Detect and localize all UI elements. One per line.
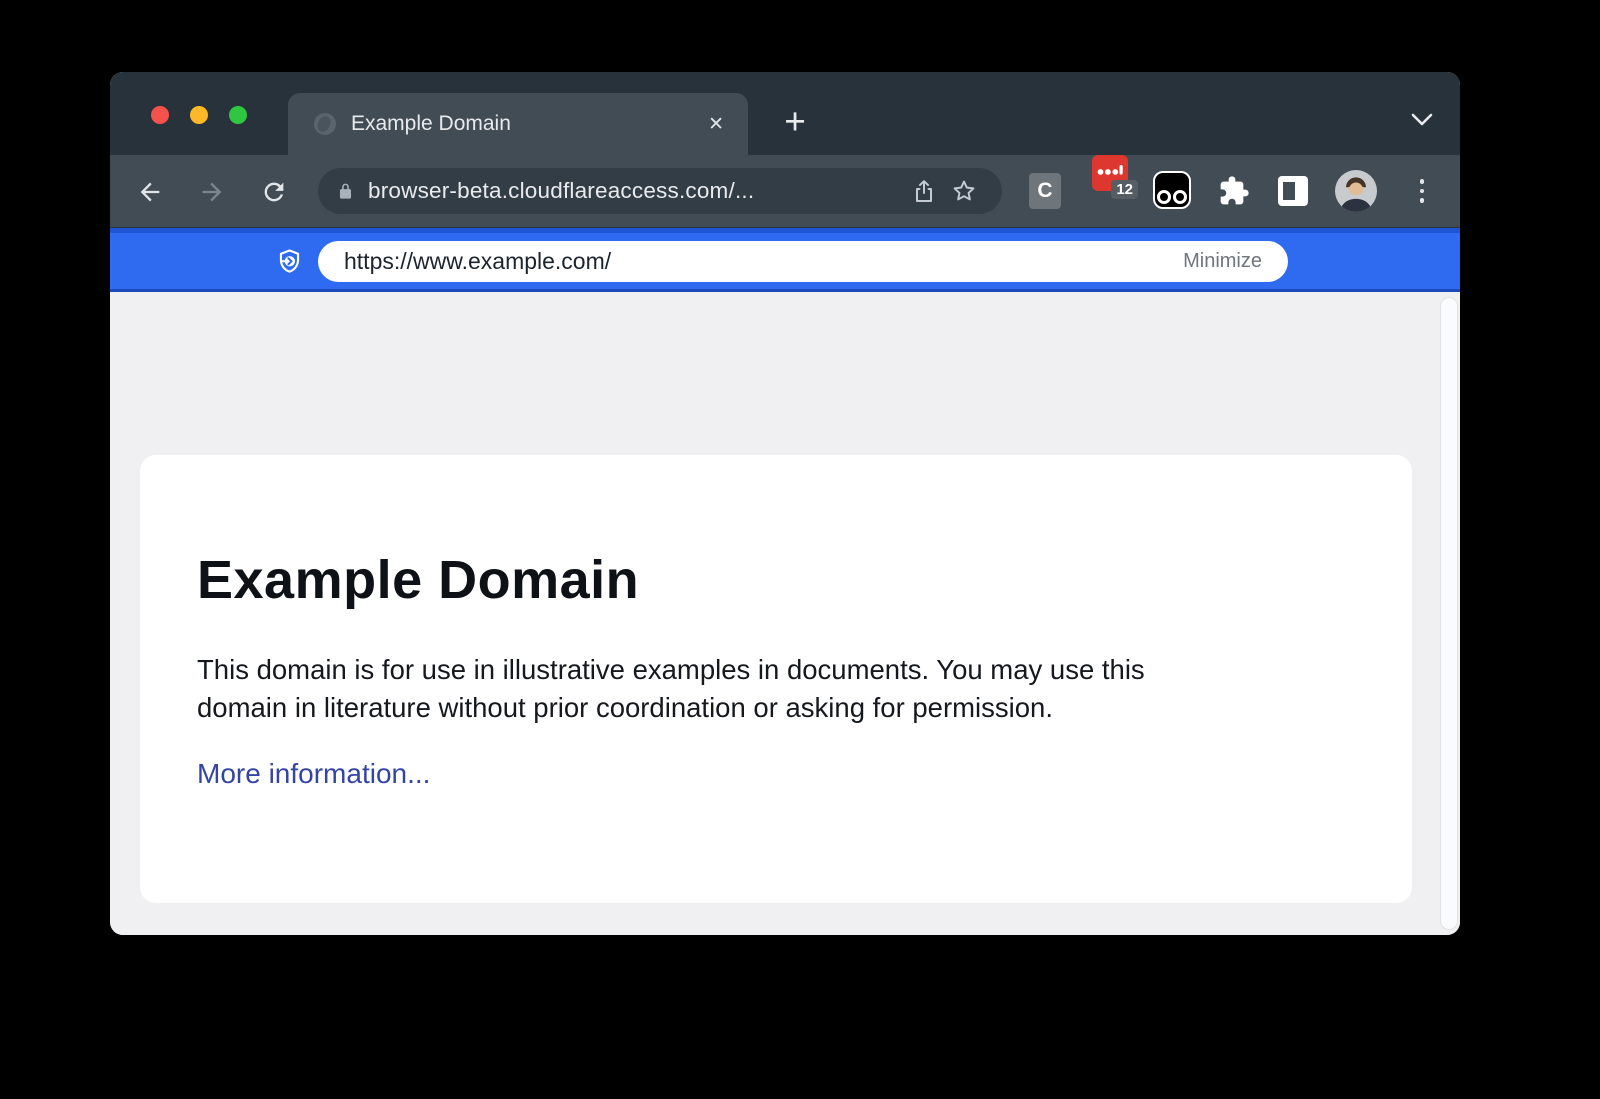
forward-button[interactable] [194,174,230,210]
profile-avatar[interactable] [1335,170,1377,212]
tab-close-icon[interactable]: ✕ [704,111,728,138]
isolation-shield-icon [276,248,303,280]
minimize-bar-button[interactable]: Minimize [1183,250,1262,273]
more-information-link[interactable]: More information... [197,758,430,790]
isolated-url-input[interactable]: https://www.example.com/ Minimize [318,241,1288,282]
remote-browser-isolation-bar: https://www.example.com/ Minimize [110,228,1460,292]
address-bar-url: browser-beta.cloudflareaccess.com/... [368,178,904,204]
reload-button[interactable] [256,174,292,210]
paragraph-line-1: This domain is for use in illustrative e… [197,654,1145,685]
page-viewport: Example Domain This domain is for use in… [110,292,1460,935]
password-manager-extension-icon[interactable]: 12 [1092,155,1128,191]
content-card: Example Domain This domain is for use in… [140,455,1412,903]
macos-close-button[interactable] [151,106,169,124]
extension-badge: 12 [1111,180,1138,199]
page-heading: Example Domain [197,549,1412,611]
browser-toolbar: browser-beta.cloudflareaccess.com/... C [110,155,1460,228]
circle-glyph [1157,190,1171,204]
side-panel-icon[interactable] [1278,176,1308,206]
isolated-url-text: https://www.example.com/ [344,248,1183,275]
tab-title: Example Domain [351,112,704,136]
scrollbar-thumb[interactable] [1440,297,1458,930]
page-paragraph: This domain is for use in illustrative e… [197,651,1355,727]
share-icon[interactable] [904,178,944,204]
circle-glyph [1173,190,1187,204]
macos-zoom-button[interactable] [229,106,247,124]
back-button[interactable] [132,174,168,210]
browser-menu-kebab-icon[interactable] [1410,173,1434,209]
extension-c-icon[interactable]: C [1029,173,1061,209]
active-tab[interactable]: Example Domain ✕ [288,93,748,155]
address-bar[interactable]: browser-beta.cloudflareaccess.com/... [318,168,1002,214]
globe-favicon-icon [314,113,336,135]
extensions-puzzle-icon[interactable] [1216,173,1252,209]
new-tab-button[interactable]: + [772,100,818,146]
two-circles-extension-icon[interactable] [1153,171,1191,209]
tab-strip: Example Domain ✕ + [110,72,1460,155]
bookmark-star-icon[interactable] [944,178,984,204]
lock-icon [336,182,355,201]
paragraph-line-2: domain in literature without prior coord… [197,692,1053,723]
tab-overflow-chevron-down-icon[interactable] [1410,112,1434,133]
macos-minimize-button[interactable] [190,106,208,124]
browser-window: Example Domain ✕ + browser-beta.cloudfla… [110,72,1460,935]
